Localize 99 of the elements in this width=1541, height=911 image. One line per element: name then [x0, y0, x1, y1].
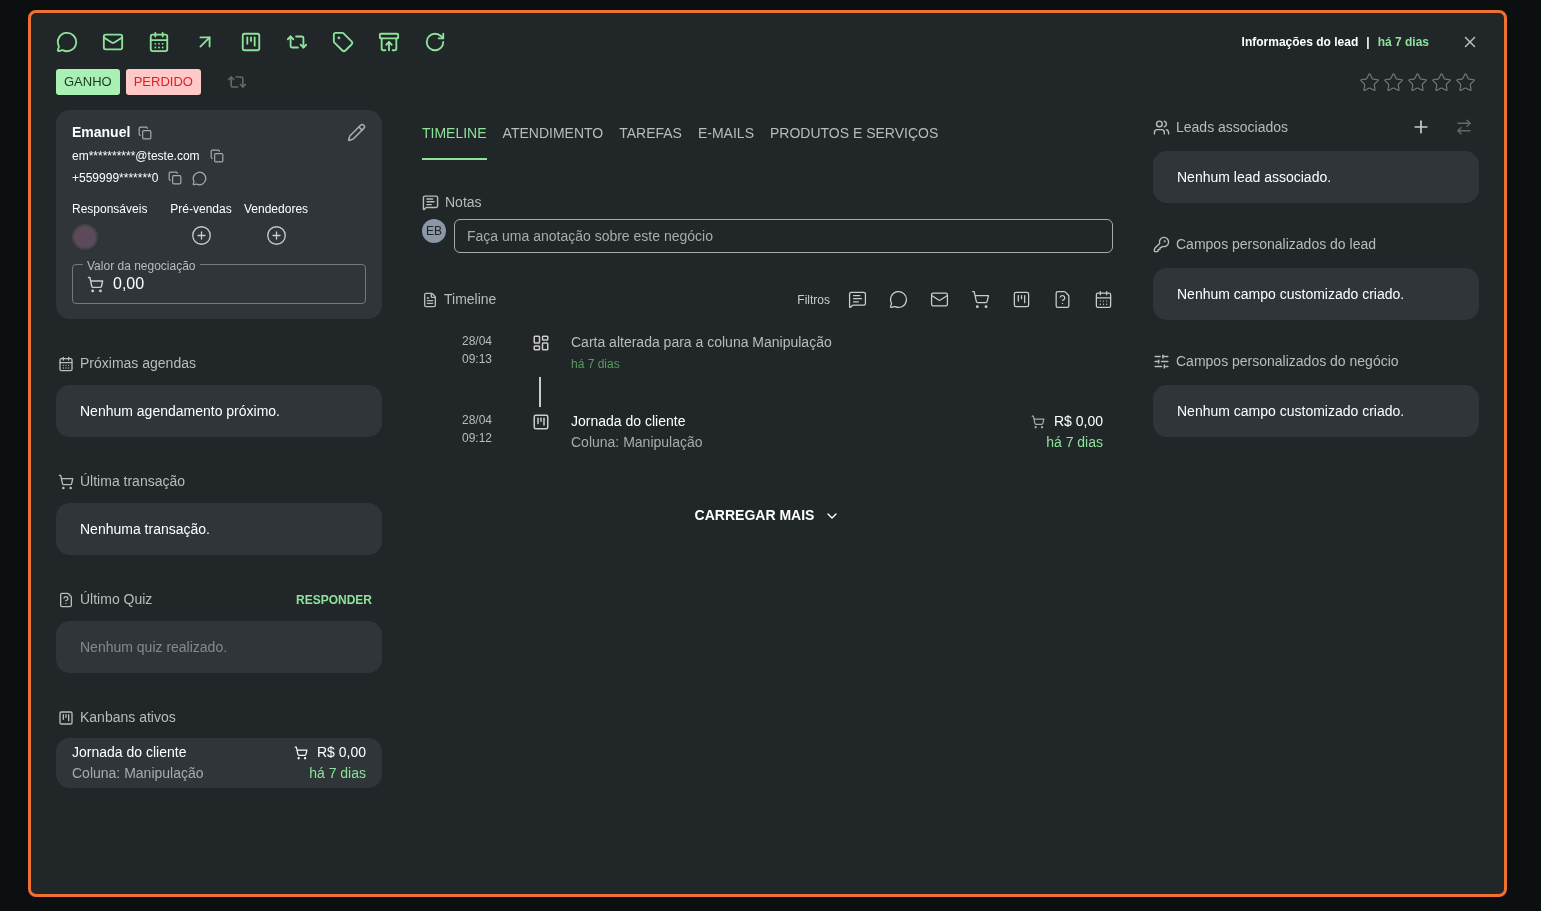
mail-icon-button[interactable]: [102, 31, 124, 53]
copy-icon: [209, 149, 224, 163]
timeline-icon: [422, 291, 438, 308]
kanban-column: Coluna: Manipulação: [72, 763, 204, 784]
quiz-filter-button[interactable]: [1053, 290, 1072, 309]
mail-filter-button[interactable]: [930, 290, 949, 309]
kanban-filter-button[interactable]: [1012, 290, 1031, 309]
lead-age: há 7 dias: [1377, 34, 1429, 51]
cart-icon: [1030, 414, 1045, 429]
kanban-icon: [240, 31, 262, 53]
event-time: 09:13: [462, 351, 492, 368]
calendar-icon: [148, 31, 170, 53]
refresh-icon: [424, 31, 446, 53]
kanban-icon: [532, 413, 550, 431]
empty-card: Nenhum campo customizado criado.: [1153, 385, 1479, 437]
contact-name: Emanuel: [72, 123, 131, 142]
chat-filter-button[interactable]: [889, 290, 908, 309]
star-icon: [1431, 71, 1452, 93]
cart-icon: [58, 473, 74, 490]
tab[interactable]: TIMELINE: [422, 123, 487, 160]
star-rating[interactable]: [1359, 71, 1476, 93]
key-icon: [1153, 235, 1170, 253]
empty-card: Nenhum campo customizado criado.: [1153, 268, 1479, 320]
contact-phone: +559999*******0: [72, 170, 159, 187]
section-title: Campos personalizados do negócio: [1176, 351, 1399, 371]
kanban-age: há 7 dias: [309, 764, 366, 783]
separator: |: [1366, 34, 1370, 51]
event-value: R$ 0,00: [1053, 412, 1103, 431]
copy-icon: [138, 125, 153, 140]
note-input[interactable]: Faça uma anotação sobre este negócio: [454, 219, 1113, 253]
section-title: Próximas agendas: [80, 354, 196, 373]
tag-icon: [332, 31, 354, 53]
section-title: Kanbans ativos: [80, 708, 176, 727]
note-filter-button[interactable]: [848, 290, 867, 309]
event-subtitle: Coluna: Manipulação: [571, 433, 703, 452]
event-title: Carta alterada para a coluna Manipulação: [571, 333, 832, 352]
archive-icon: [378, 31, 400, 53]
section-title: Notas: [445, 193, 482, 212]
tab[interactable]: E-MAILS: [697, 123, 754, 160]
empty-card: Nenhuma transação.: [56, 503, 382, 555]
role-label: Vendedores: [244, 201, 309, 218]
star-icon: [1407, 71, 1428, 93]
transfer-button[interactable]: [1455, 117, 1473, 137]
section-title: Última transação: [80, 472, 186, 491]
star-icon: [1383, 71, 1404, 93]
empty-card: Nenhum quiz realizado.: [56, 621, 382, 673]
copy-icon: [168, 171, 183, 185]
calendar-filter-button[interactable]: [1094, 290, 1113, 309]
tab[interactable]: TAREFAS: [619, 123, 682, 160]
user-avatar: EB: [422, 219, 446, 243]
kanban-value: R$ 0,00: [316, 743, 366, 762]
sliders-icon: [1153, 352, 1170, 370]
kanban-icon: [58, 709, 74, 726]
section-title: Timeline: [444, 290, 497, 309]
chat-icon: [56, 31, 78, 53]
mail-icon: [102, 31, 124, 53]
calendar-icon: [58, 355, 74, 372]
chat-icon: [192, 170, 208, 186]
section-title: Último Quiz: [80, 590, 153, 609]
event-time: 09:12: [462, 430, 492, 447]
archive-icon-button[interactable]: [378, 31, 400, 53]
chat-icon-button[interactable]: [56, 31, 78, 53]
calendar-icon-button[interactable]: [148, 31, 170, 53]
deal-value: 0,00: [113, 274, 145, 294]
section-title: Campos personalizados do lead: [1176, 234, 1376, 254]
add-icon: [265, 225, 287, 246]
lead-info-title: Informações do lead: [1241, 34, 1359, 51]
filters-label: Filtros: [797, 291, 830, 309]
cart-icon: [87, 275, 104, 293]
add-icon: [190, 225, 212, 246]
star-icon: [1359, 71, 1380, 93]
load-more-button[interactable]: CARREGAR MAIS: [694, 505, 841, 526]
edit-icon: [347, 123, 366, 142]
role-label: Responsáveis: [72, 201, 148, 218]
refresh-icon-button[interactable]: [424, 31, 446, 53]
event-date: 28/04: [462, 333, 492, 350]
columns-icon: [532, 334, 550, 352]
tag-icon-button[interactable]: [332, 31, 354, 53]
empty-card: Nenhum lead associado.: [1153, 151, 1479, 203]
tab[interactable]: ATENDIMENTO: [502, 123, 604, 160]
kanban-card[interactable]: Jornada do cliente Coluna: Manipulação R$ 0,00 há 7 dias: [56, 738, 382, 788]
tab[interactable]: PRODUTOS E SERVIÇOS: [769, 123, 939, 160]
contact-email: em**********@teste.com: [72, 148, 200, 165]
event-age: há 7 dias: [1046, 433, 1103, 452]
note-icon: [422, 194, 439, 211]
event-date: 28/04: [462, 412, 492, 429]
cart-filter-button[interactable]: [971, 290, 990, 309]
kanban-name: Jornada do cliente: [72, 743, 188, 762]
won-button[interactable]: GANHO: [56, 69, 120, 95]
star-icon: [1455, 71, 1476, 93]
kanban-icon-button[interactable]: [240, 31, 262, 53]
empty-card: Nenhum agendamento próximo.: [56, 385, 382, 437]
role-label: Pré-vendas: [170, 201, 232, 218]
quiz-icon: [58, 591, 74, 608]
event-title: Jornada do cliente: [571, 412, 687, 431]
cart-icon: [293, 745, 308, 760]
event-age: há 7 dias: [571, 356, 621, 373]
people-icon: [1153, 118, 1170, 136]
section-title: Leads associados: [1176, 117, 1289, 137]
